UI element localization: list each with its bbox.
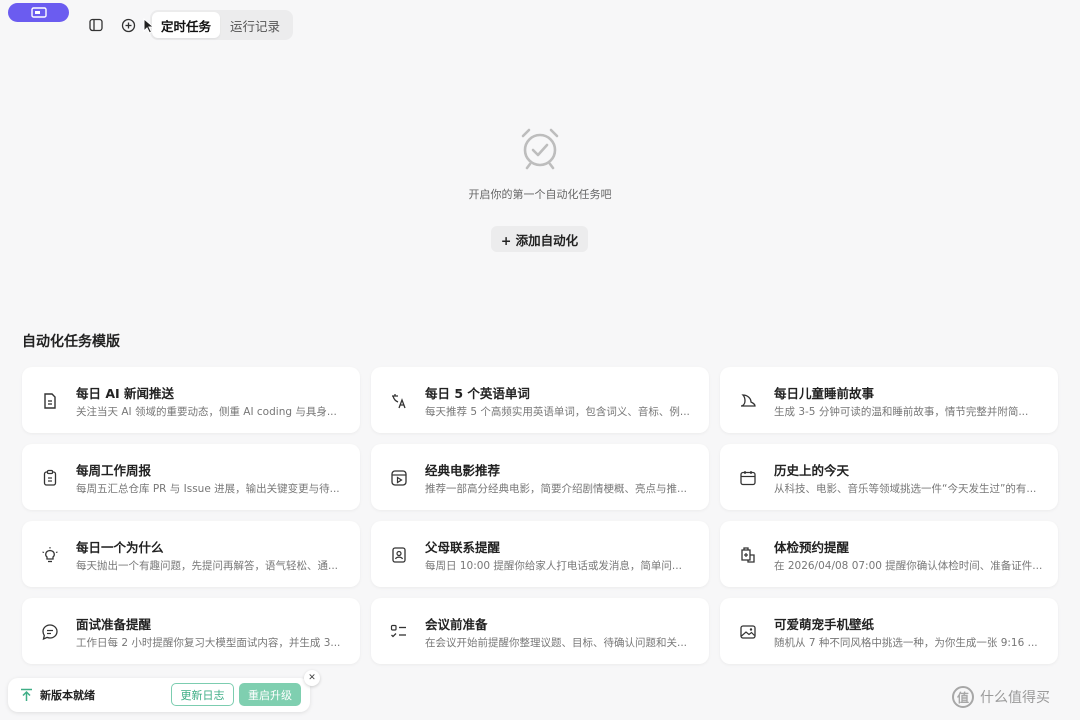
- restart-upgrade-button[interactable]: 重启升级: [239, 683, 301, 706]
- template-description: 在会议开始前提醒你整理议题、目标、待确认问题和关...: [425, 637, 688, 649]
- sidebar-toggle-button[interactable]: [86, 15, 106, 35]
- moon-icon: [740, 394, 756, 407]
- image-icon: [740, 625, 756, 639]
- template-grid: 每日 AI 新闻推送 关注当天 AI 领域的重要动态，侧重 AI coding …: [22, 367, 1058, 664]
- template-title: 可爱萌宠手机壁纸: [774, 617, 875, 632]
- lightbulb-icon: [42, 547, 58, 563]
- template-card[interactable]: 面试准备提醒 工作日每 2 小时提醒你复习大模型面试内容，并生成 3...: [22, 598, 360, 664]
- film-icon: [391, 470, 407, 486]
- translate-icon: [392, 394, 406, 409]
- template-description: 每周五汇总仓库 PR 与 Issue 进展，输出关键变更与待...: [76, 483, 340, 495]
- template-description: 每周日 10:00 提醒你给家人打电话或发消息，简单问...: [425, 560, 682, 572]
- template-description: 在 2026/04/08 07:00 提醒你确认体检时间、准备证件...: [774, 560, 1043, 572]
- templates-heading: 自动化任务模版: [22, 334, 120, 350]
- upload-arrow-icon: [21, 688, 32, 701]
- health-icon: [741, 547, 755, 563]
- template-title: 每周工作周报: [76, 463, 152, 478]
- template-title: 会议前准备: [425, 617, 488, 632]
- chat-icon: [42, 624, 58, 641]
- close-notification-button[interactable]: ✕: [304, 670, 320, 686]
- template-card[interactable]: 每日一个为什么 每天抛出一个有趣问题，先提问再解答，语气轻松、通...: [22, 521, 360, 587]
- mouse-cursor-icon: [143, 18, 155, 34]
- template-description: 随机从 7 种不同风格中挑选一种，为你生成一张 9:16 ...: [774, 637, 1038, 649]
- template-card[interactable]: 每日儿童睡前故事 生成 3-5 分钟可读的温和睡前故事，情节完整并附简...: [720, 367, 1058, 433]
- plus-circle-icon: [121, 18, 135, 32]
- template-description: 推荐一部高分经典电影，简要介绍剧情梗概、亮点与推...: [425, 483, 688, 495]
- site-watermark: 值 什么值得买: [952, 686, 1050, 708]
- template-description: 工作日每 2 小时提醒你复习大模型面试内容，并生成 3...: [76, 637, 341, 649]
- news-icon: [44, 393, 56, 409]
- template-card[interactable]: 父母联系提醒 每周日 10:00 提醒你给家人打电话或发消息，简单问...: [371, 521, 709, 587]
- template-title: 每日儿童睡前故事: [774, 386, 875, 401]
- template-title: 父母联系提醒: [425, 540, 501, 555]
- template-description: 从科技、电影、音乐等领域挑选一件“今天发生过”的有...: [774, 483, 1037, 495]
- empty-state-message: 开启你的第一个自动化任务吧: [468, 188, 612, 201]
- template-card[interactable]: 会议前准备 在会议开始前提醒你整理议题、目标、待确认问题和关...: [371, 598, 709, 664]
- changelog-button[interactable]: 更新日志: [171, 683, 234, 706]
- clipboard-icon: [43, 469, 57, 486]
- template-card[interactable]: 历史上的今天 从科技、电影、音乐等领域挑选一件“今天发生过”的有...: [720, 444, 1058, 510]
- template-description: 每天抛出一个有趣问题，先提问再解答，语气轻松、通...: [76, 560, 339, 572]
- template-description: 生成 3-5 分钟可读的温和睡前故事，情节完整并附简...: [774, 406, 1029, 418]
- template-card[interactable]: 每周工作周报 每周五汇总仓库 PR 与 Issue 进展，输出关键变更与待...: [22, 444, 360, 510]
- app-logo-icon: [30, 6, 47, 18]
- template-card[interactable]: 经典电影推荐 推荐一部高分经典电影，简要介绍剧情梗概、亮点与推...: [371, 444, 709, 510]
- template-title: 历史上的今天: [774, 463, 850, 478]
- tab-run-history[interactable]: 运行记录: [220, 12, 290, 38]
- template-description: 关注当天 AI 领域的重要动态，侧重 AI coding 与具身...: [76, 406, 337, 418]
- template-title: 体检预约提醒: [774, 540, 850, 555]
- template-card[interactable]: 每日 5 个英语单词 每天推荐 5 个高频实用英语单词，包含词义、音标、例...: [371, 367, 709, 433]
- add-automation-button[interactable]: + 添加自动化: [491, 226, 588, 252]
- template-title: 每日一个为什么: [76, 540, 164, 555]
- new-task-button[interactable]: [118, 15, 138, 35]
- contact-icon: [392, 547, 406, 563]
- sidebar-icon: [89, 18, 103, 32]
- template-title: 每日 AI 新闻推送: [76, 386, 175, 401]
- checklist-icon: [390, 624, 406, 638]
- watermark-text: 什么值得买: [980, 690, 1050, 706]
- template-title: 面试准备提醒: [76, 617, 152, 632]
- template-card[interactable]: 体检预约提醒 在 2026/04/08 07:00 提醒你确认体检时间、准备证件…: [720, 521, 1058, 587]
- calendar-icon: [740, 471, 756, 486]
- template-card[interactable]: 每日 AI 新闻推送 关注当天 AI 领域的重要动态，侧重 AI coding …: [22, 367, 360, 433]
- alarm-clock-icon: [521, 128, 559, 170]
- update-message: 新版本就绪: [40, 689, 95, 702]
- template-description: 每天推荐 5 个高频实用英语单词，包含词义、音标、例...: [425, 406, 690, 418]
- view-tabs: 定时任务 运行记录: [150, 10, 293, 40]
- template-title: 经典电影推荐: [425, 463, 501, 478]
- app-badge[interactable]: [8, 3, 69, 22]
- tab-scheduled-tasks[interactable]: 定时任务: [152, 12, 220, 38]
- template-card[interactable]: 可爱萌宠手机壁纸 随机从 7 种不同风格中挑选一种，为你生成一张 9:16 ..…: [720, 598, 1058, 664]
- template-title: 每日 5 个英语单词: [425, 386, 530, 401]
- watermark-logo-icon: 值: [952, 686, 974, 708]
- update-notification: 新版本就绪 更新日志 重启升级: [8, 678, 310, 712]
